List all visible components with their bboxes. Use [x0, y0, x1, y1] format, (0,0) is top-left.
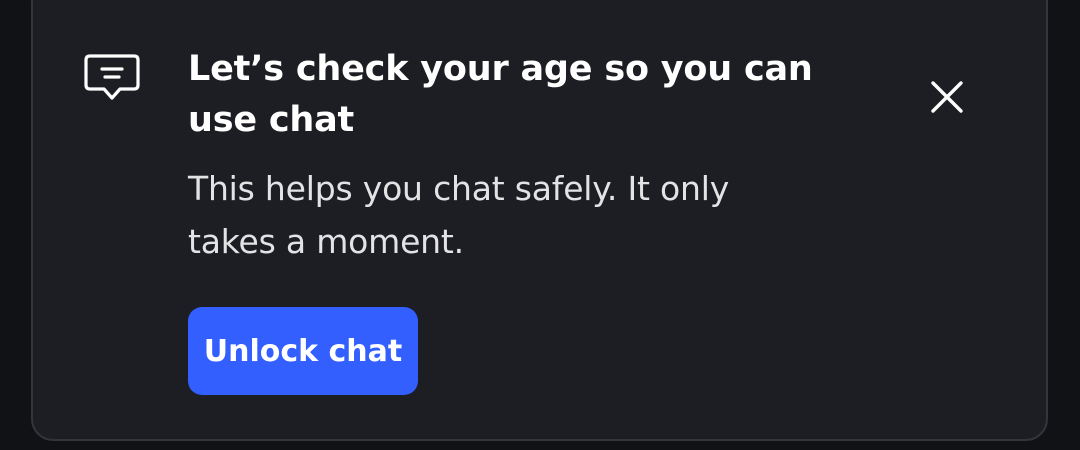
page: Let’s check your age so you can use chat… [0, 0, 1080, 450]
banner-message: This helps you chat safely. It only take… [188, 169, 730, 261]
close-icon [930, 80, 964, 118]
close-button[interactable] [924, 76, 970, 122]
banner-title: Let’s check your age so you can use chat [188, 49, 813, 140]
unlock-chat-button[interactable]: Unlock chat [188, 307, 418, 395]
chat-bubble-icon [82, 52, 142, 104]
